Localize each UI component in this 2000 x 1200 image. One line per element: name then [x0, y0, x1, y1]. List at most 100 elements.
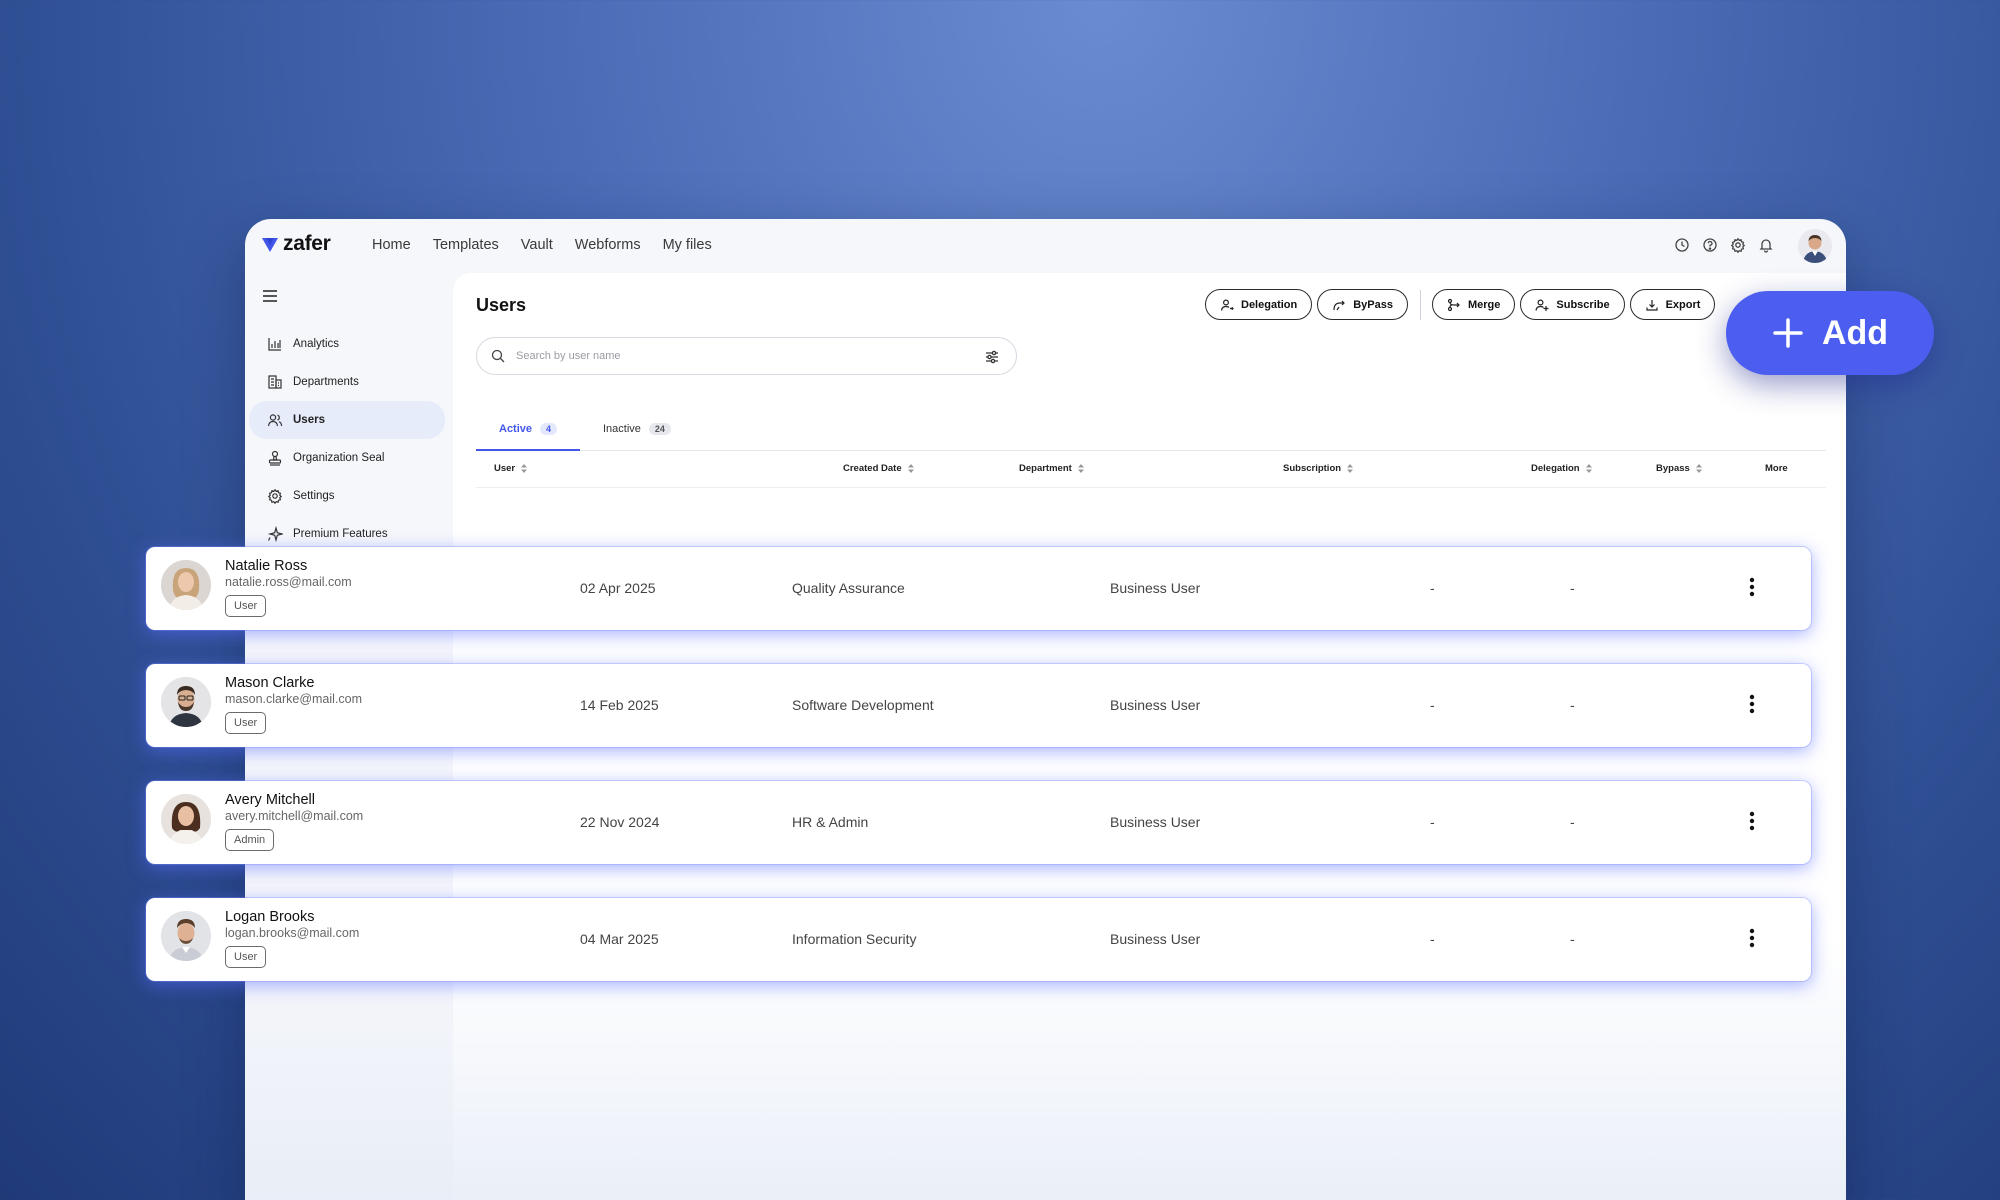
users-icon	[267, 414, 283, 427]
brand-name: zafer	[283, 232, 331, 255]
download-icon	[1645, 299, 1658, 311]
created-date: 02 Apr 2025	[580, 580, 656, 596]
delegation: -	[1430, 931, 1435, 947]
search-input[interactable]	[516, 350, 956, 362]
column-label: Bypass	[1656, 463, 1690, 474]
subscription: Business User	[1110, 931, 1201, 947]
user-email: natalie.ross@mail.com	[225, 575, 352, 589]
column-label: Department	[1019, 463, 1072, 474]
table-row[interactable]: Natalie Ross natalie.ross@mail.com User …	[146, 547, 1811, 630]
main-nav: Home Templates Vault Webforms My files	[372, 237, 734, 253]
sidebar-item-departments[interactable]: Departments	[249, 363, 445, 401]
building-icon	[268, 375, 282, 389]
nav-webforms[interactable]: Webforms	[575, 237, 641, 253]
bypass: -	[1570, 814, 1575, 830]
more-vertical-icon[interactable]	[1749, 928, 1755, 948]
bypass: -	[1570, 931, 1575, 947]
logo[interactable]: zafer	[261, 232, 331, 256]
role-badge: User	[225, 595, 267, 617]
bypass-button[interactable]: ByPass	[1317, 289, 1408, 320]
role-badge: User	[225, 712, 267, 734]
clock-icon[interactable]	[1674, 237, 1690, 253]
sidebar-item-users[interactable]: Users	[249, 401, 445, 439]
top-bar: zafer Home Templates Vault Webforms My f…	[245, 219, 1846, 273]
subscription: Business User	[1110, 697, 1201, 713]
sort-icon	[521, 464, 528, 473]
add-label: Add	[1821, 313, 1889, 352]
created-date: 14 Feb 2025	[580, 697, 659, 713]
bypass-icon	[1333, 300, 1346, 310]
column-header-user[interactable]: User	[494, 463, 528, 474]
column-label: Created Date	[843, 463, 902, 474]
tab-count-badge: 24	[648, 423, 671, 435]
user-name: Logan Brooks	[225, 909, 315, 925]
column-header-created-date[interactable]: Created Date	[843, 463, 914, 474]
role-badge: User	[225, 946, 267, 968]
bypass-label: ByPass	[1353, 298, 1393, 311]
delegation: -	[1430, 697, 1435, 713]
nav-vault[interactable]: Vault	[521, 237, 553, 253]
column-header-delegation[interactable]: Delegation	[1531, 463, 1592, 474]
column-label: Subscription	[1283, 463, 1342, 474]
tab-inactive[interactable]: Inactive 24	[603, 421, 671, 451]
created-date: 22 Nov 2024	[580, 814, 660, 830]
filter-sliders-icon[interactable]	[984, 349, 1000, 365]
avatar	[161, 677, 211, 727]
logo-mark-icon	[262, 238, 278, 252]
page-title: Users	[476, 295, 527, 315]
gear-icon[interactable]	[1730, 237, 1746, 253]
nav-my-files[interactable]: My files	[663, 237, 712, 253]
user-email: logan.brooks@mail.com	[225, 926, 360, 940]
column-header-department[interactable]: Department	[1019, 463, 1084, 474]
help-icon[interactable]	[1702, 237, 1718, 253]
more-vertical-icon[interactable]	[1749, 577, 1755, 597]
tab-active[interactable]: Active 4	[476, 421, 580, 451]
column-header-more: More	[1765, 463, 1788, 474]
user-name: Natalie Ross	[225, 558, 308, 574]
nav-templates[interactable]: Templates	[433, 237, 499, 253]
bell-icon[interactable]	[1758, 237, 1774, 253]
subscription: Business User	[1110, 814, 1201, 830]
stamp-icon	[268, 450, 282, 466]
toolbar: Delegation ByPass Merge Subscribe Export	[1205, 289, 1720, 320]
merge-icon	[1447, 298, 1460, 311]
add-user-button[interactable]: Add	[1726, 291, 1934, 375]
column-label: More	[1765, 463, 1788, 474]
export-label: Export	[1665, 298, 1701, 311]
top-icons	[1674, 237, 1774, 253]
plus-icon	[1773, 318, 1803, 348]
table-row[interactable]: Mason Clarke mason.clarke@mail.com User …	[146, 664, 1811, 747]
more-vertical-icon[interactable]	[1749, 694, 1755, 714]
sidebar-item-organization-seal[interactable]: Organization Seal	[249, 439, 445, 477]
user-email: mason.clarke@mail.com	[225, 692, 363, 706]
more-vertical-icon[interactable]	[1749, 811, 1755, 831]
sort-icon	[1347, 464, 1354, 473]
column-header-bypass[interactable]: Bypass	[1656, 463, 1702, 474]
sidebar-item-label: Departments	[293, 376, 359, 388]
avatar	[161, 794, 211, 844]
table-row[interactable]: Avery Mitchell avery.mitchell@mail.com A…	[146, 781, 1811, 864]
search-bar[interactable]	[476, 337, 1017, 375]
profile-photo-icon	[161, 560, 211, 610]
subscribe-button[interactable]: Subscribe	[1520, 289, 1625, 320]
hamburger-icon[interactable]	[262, 289, 278, 303]
user-email: avery.mitchell@mail.com	[225, 809, 364, 823]
sidebar-item-settings[interactable]: Settings	[249, 477, 445, 515]
delegation-button[interactable]: Delegation	[1205, 289, 1313, 320]
department: Quality Assurance	[792, 580, 905, 596]
delegation-label: Delegation	[1241, 298, 1298, 311]
avatar[interactable]	[1798, 229, 1832, 263]
sort-icon	[907, 464, 914, 473]
sidebar-item-analytics[interactable]: Analytics	[249, 325, 445, 363]
export-button[interactable]: Export	[1629, 289, 1716, 320]
sort-icon	[1077, 464, 1084, 473]
profile-photo-icon	[161, 677, 211, 727]
bypass: -	[1570, 580, 1575, 596]
profile-photo-icon	[161, 911, 211, 961]
nav-home[interactable]: Home	[372, 237, 411, 253]
delegation: -	[1430, 580, 1435, 596]
table-row[interactable]: Logan Brooks logan.brooks@mail.com User …	[146, 898, 1811, 981]
merge-button[interactable]: Merge	[1432, 289, 1516, 320]
column-header-subscription[interactable]: Subscription	[1283, 463, 1354, 474]
tab-count-badge: 4	[540, 423, 558, 435]
